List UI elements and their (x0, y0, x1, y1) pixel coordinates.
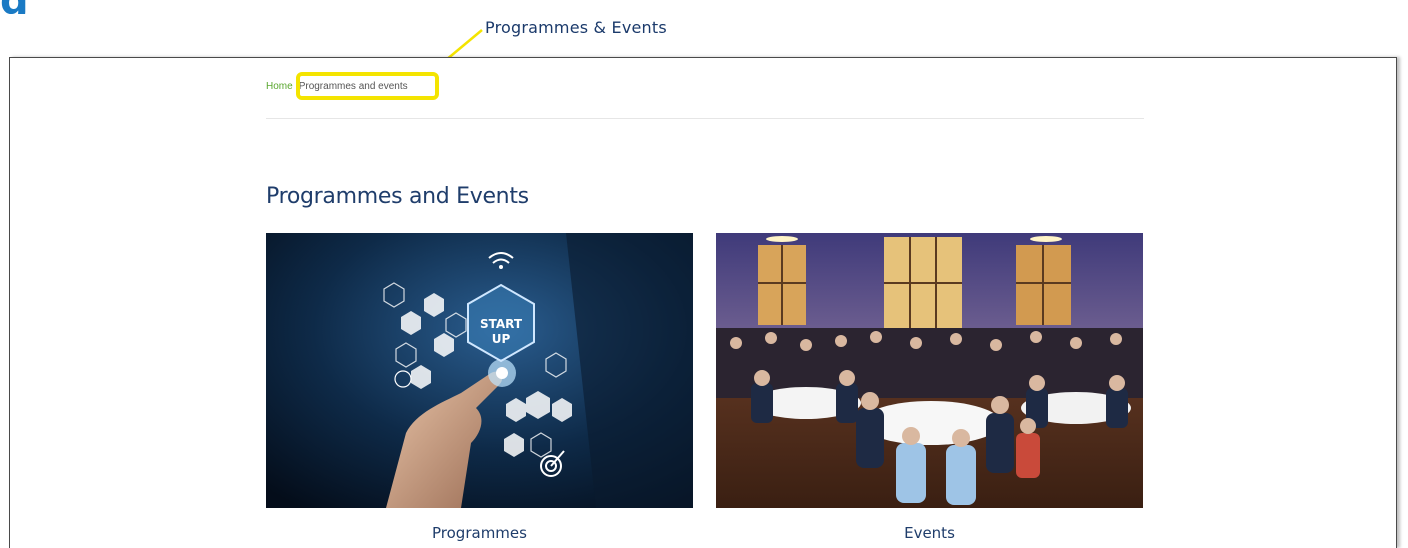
events-label[interactable]: Events (716, 524, 1143, 542)
page-title: Programmes and Events (266, 184, 529, 209)
browser-page-frame: Home Programmes and events Programmes an… (9, 57, 1397, 548)
header-divider (266, 118, 1144, 119)
callout-label: Programmes & Events (485, 18, 667, 37)
programmes-image[interactable]: START UP (266, 233, 693, 508)
svg-text:START: START (480, 317, 523, 331)
callout-highlight-box (296, 72, 439, 100)
corner-logo-fragment: g (0, 0, 70, 14)
programmes-label[interactable]: Programmes (266, 524, 693, 542)
annotation-header: g Programmes & Events (0, 0, 1408, 56)
breadcrumb-home-link[interactable]: Home (266, 81, 293, 92)
svg-text:UP: UP (492, 332, 511, 346)
events-image[interactable] (716, 233, 1143, 508)
events-card[interactable]: Events (716, 233, 1143, 542)
programmes-card[interactable]: START UP Programmes (266, 233, 693, 542)
